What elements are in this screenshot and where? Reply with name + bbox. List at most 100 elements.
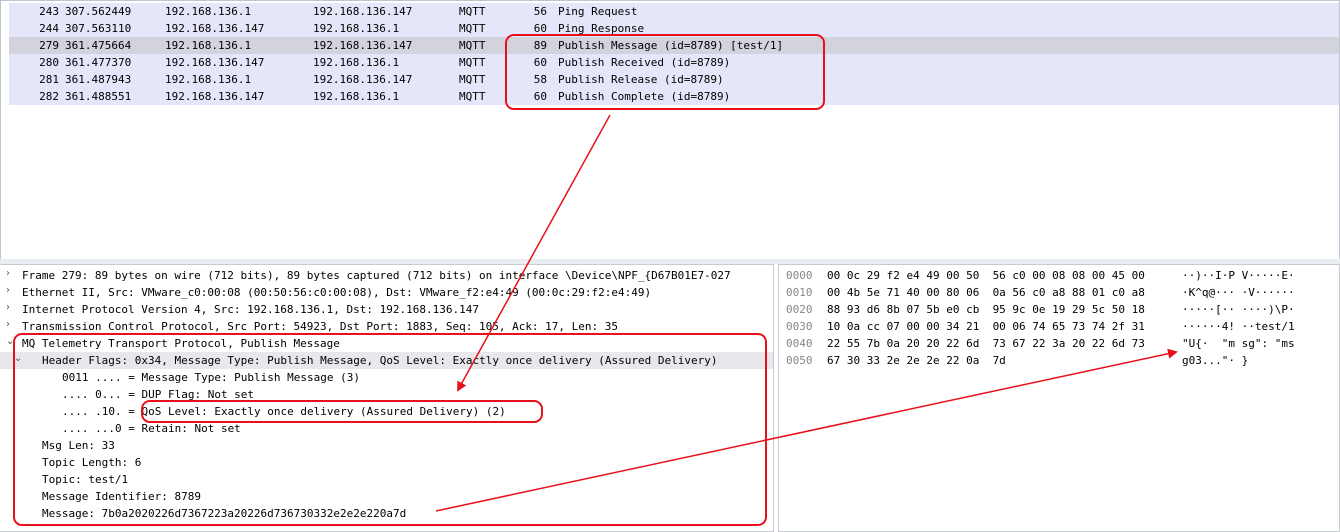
packet-row[interactable]: 282 361.488551 192.168.136.147 192.168.136.…: [9, 88, 1339, 105]
hex-bytes: 10 0a cc 07 00 00 34 21 00 06 74 65 73 7…: [827, 320, 1145, 333]
packet-row[interactable]: 281 361.487943 192.168.136.1 192.168.136.14…: [9, 71, 1339, 88]
hex-row[interactable]: 0040 22 55 7b 0a 20 20 22 6d 73 67 22 3a …: [779, 335, 1339, 352]
packet-destination: 192.168.136.1: [313, 22, 400, 35]
packet-length: 89: [533, 39, 547, 52]
detail-tree-item[interactable]: › Frame 279: 89 bytes on wire (712 bits),…: [0, 267, 773, 284]
detail-text: Topic: test/1: [42, 473, 129, 486]
packet-row[interactable]: 279 361.475664 192.168.136.1 192.168.136.14…: [9, 37, 1339, 54]
detail-text: .... .10. = QoS Level: Exactly once deli…: [62, 405, 506, 418]
detail-text: Internet Protocol Version 4, Src: 192.16…: [22, 303, 479, 316]
hex-ascii: ·K^q@··· ·V······: [1182, 286, 1295, 299]
chevron-right-icon[interactable]: ›: [6, 302, 16, 313]
packet-source: 192.168.136.1: [165, 73, 252, 86]
packet-protocol: MQTT: [459, 39, 486, 52]
packet-row[interactable]: 243 307.562449 192.168.136.1 192.168.136.14…: [9, 3, 1339, 20]
chevron-right-icon[interactable]: ›: [6, 285, 16, 296]
packet-source: 192.168.136.147: [165, 56, 265, 69]
detail-tree-item[interactable]: ⌄ MQ Telemetry Transport Protocol, Publis…: [0, 335, 773, 352]
hex-ascii: g03..."· }: [1182, 354, 1249, 367]
hex-bytes: 88 93 d6 8b 07 5b e0 cb 95 9c 0e 19 29 5…: [827, 303, 1145, 316]
detail-tree-item[interactable]: › Internet Protocol Version 4, Src: 192.1…: [0, 301, 773, 318]
packet-source: 192.168.136.1: [165, 5, 252, 18]
packet-number: 282: [39, 90, 59, 103]
packet-number: 279: [39, 39, 59, 52]
detail-text: 0011 .... = Message Type: Publish Messag…: [62, 371, 361, 384]
packet-bytes-pane[interactable]: 0000 00 0c 29 f2 e4 49 00 50 56 c0 00 08 …: [778, 264, 1340, 532]
detail-tree-item[interactable]: ⌄ Header Flags: 0x34, Message Type: Publi…: [0, 352, 773, 369]
packet-info: Publish Release (id=8789): [558, 73, 724, 86]
packet-destination: 192.168.136.1: [313, 56, 400, 69]
detail-tree-item[interactable]: Topic: test/1: [0, 471, 773, 488]
hex-ascii: ······4! ··test/1: [1182, 320, 1295, 333]
packet-number: 281: [39, 73, 59, 86]
hex-ascii: ··)··I·P V·····E·: [1182, 269, 1295, 282]
hex-bytes: 00 4b 5e 71 40 00 80 06 0a 56 c0 a8 88 0…: [827, 286, 1145, 299]
packet-number: 244: [39, 22, 59, 35]
packet-length: 56: [533, 5, 547, 18]
packet-row[interactable]: 244 307.563110 192.168.136.147 192.168.136.…: [9, 20, 1339, 37]
packet-protocol: MQTT: [459, 5, 486, 18]
detail-tree-item[interactable]: › Ethernet II, Src: VMware_c0:00:08 (00:5…: [0, 284, 773, 301]
packet-destination: 192.168.136.147: [313, 5, 413, 18]
detail-tree-item[interactable]: Message: 7b0a2020226d7367223a20226d73673…: [0, 505, 773, 522]
packet-info: Publish Complete (id=8789): [558, 90, 731, 103]
chevron-right-icon[interactable]: ›: [6, 268, 16, 279]
packet-protocol: MQTT: [459, 73, 486, 86]
packet-details-pane[interactable]: › Frame 279: 89 bytes on wire (712 bits),…: [0, 264, 774, 532]
detail-tree-item[interactable]: .... .10. = QoS Level: Exactly once deli…: [0, 403, 773, 420]
detail-text: Message Identifier: 8789: [42, 490, 201, 503]
packet-source: 192.168.136.147: [165, 90, 265, 103]
detail-text: Ethernet II, Src: VMware_c0:00:08 (00:50…: [22, 286, 652, 299]
hex-ascii: ·····[·· ····)\P·: [1182, 303, 1295, 316]
hex-bytes: 67 30 33 2e 2e 2e 22 0a 7d: [827, 354, 1006, 367]
packet-time: 307.563110: [65, 22, 132, 35]
packet-destination: 192.168.136.147: [313, 73, 413, 86]
packet-info: Publish Message (id=8789) [test/1]: [558, 39, 784, 52]
detail-text: Frame 279: 89 bytes on wire (712 bits), …: [22, 269, 731, 282]
detail-text: .... ...0 = Retain: Not set: [62, 422, 241, 435]
packet-length: 58: [533, 73, 547, 86]
detail-tree-item[interactable]: .... ...0 = Retain: Not set: [0, 420, 773, 437]
detail-tree-item[interactable]: Msg Len: 33: [0, 437, 773, 454]
packet-protocol: MQTT: [459, 22, 486, 35]
detail-tree-item[interactable]: Message Identifier: 8789: [0, 488, 773, 505]
packet-info: Publish Received (id=8789): [558, 56, 731, 69]
hex-offset: 0000: [786, 269, 813, 282]
hex-offset: 0020: [786, 303, 813, 316]
hex-offset: 0050: [786, 354, 813, 367]
packet-destination: 192.168.136.1: [313, 90, 400, 103]
packet-info: Ping Request: [558, 5, 638, 18]
detail-text: MQ Telemetry Transport Protocol, Publish…: [22, 337, 340, 350]
hex-offset: 0010: [786, 286, 813, 299]
detail-text: Topic Length: 6: [42, 456, 142, 469]
packet-time: 361.487943: [65, 73, 132, 86]
detail-text: Header Flags: 0x34, Message Type: Publis…: [42, 354, 718, 367]
chevron-down-icon[interactable]: ⌄: [14, 353, 24, 364]
chevron-right-icon[interactable]: ›: [6, 319, 16, 330]
chevron-down-icon[interactable]: ⌄: [6, 336, 16, 347]
packet-source: 192.168.136.1: [165, 39, 252, 52]
packet-protocol: MQTT: [459, 90, 486, 103]
packet-list-pane[interactable]: 243 307.562449 192.168.136.1 192.168.136.14…: [0, 0, 1340, 260]
packet-row[interactable]: 280 361.477370 192.168.136.147 192.168.136.…: [9, 54, 1339, 71]
detail-tree-item[interactable]: 0011 .... = Message Type: Publish Messag…: [0, 369, 773, 386]
detail-tree-item[interactable]: › Transmission Control Protocol, Src Port…: [0, 318, 773, 335]
packet-time: 307.562449: [65, 5, 132, 18]
hex-bytes: 00 0c 29 f2 e4 49 00 50 56 c0 00 08 08 0…: [827, 269, 1145, 282]
hex-bytes: 22 55 7b 0a 20 20 22 6d 73 67 22 3a 20 2…: [827, 337, 1145, 350]
hex-row[interactable]: 0000 00 0c 29 f2 e4 49 00 50 56 c0 00 08 …: [779, 267, 1339, 284]
packet-time: 361.475664: [65, 39, 132, 52]
detail-text: Msg Len: 33: [42, 439, 115, 452]
hex-offset: 0030: [786, 320, 813, 333]
hex-row[interactable]: 0030 10 0a cc 07 00 00 34 21 00 06 74 65 …: [779, 318, 1339, 335]
packet-number: 243: [39, 5, 59, 18]
hex-row[interactable]: 0020 88 93 d6 8b 07 5b e0 cb 95 9c 0e 19 …: [779, 301, 1339, 318]
hex-row[interactable]: 0010 00 4b 5e 71 40 00 80 06 0a 56 c0 a8 …: [779, 284, 1339, 301]
detail-text: Message: 7b0a2020226d7367223a20226d73673…: [42, 507, 407, 520]
hex-ascii: "U{· "m sg": "ms: [1182, 337, 1295, 350]
hex-row[interactable]: 0050 67 30 33 2e 2e 2e 22 0a 7d g03..."· }: [779, 352, 1339, 369]
packet-source: 192.168.136.147: [165, 22, 265, 35]
packet-destination: 192.168.136.147: [313, 39, 413, 52]
detail-tree-item[interactable]: Topic Length: 6: [0, 454, 773, 471]
detail-tree-item[interactable]: .... 0... = DUP Flag: Not set: [0, 386, 773, 403]
